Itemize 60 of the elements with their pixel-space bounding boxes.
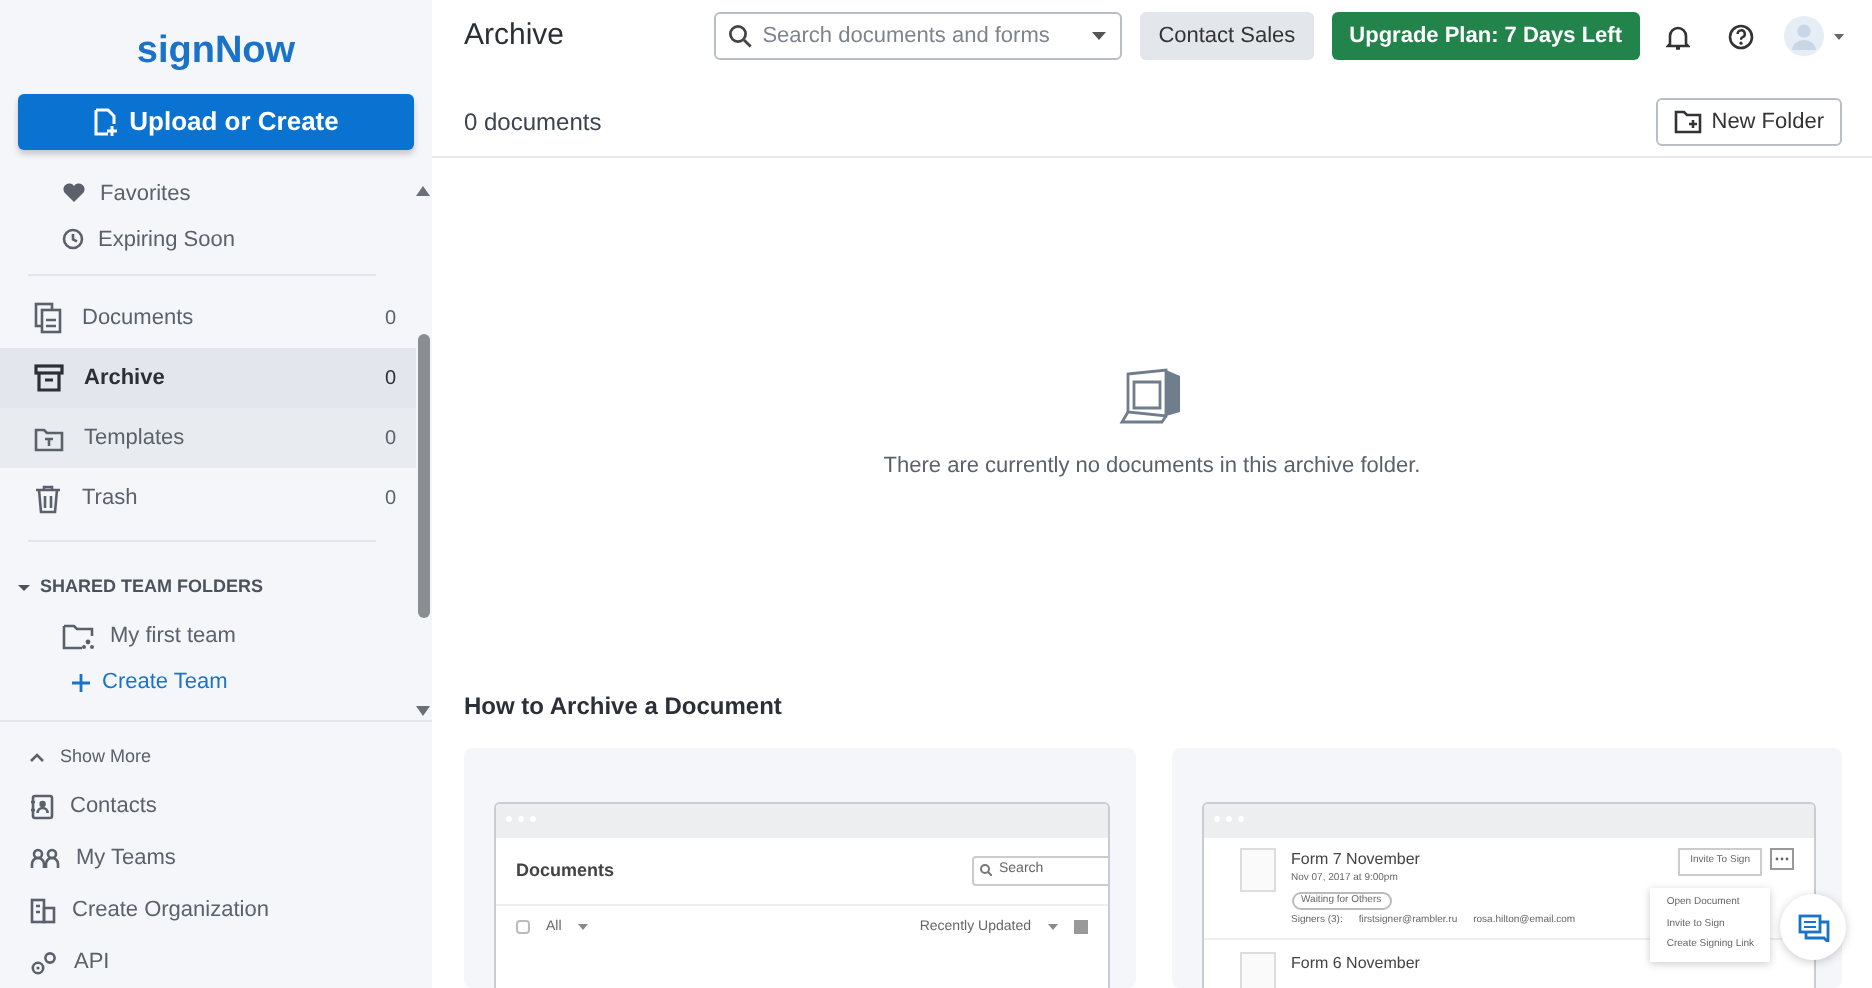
page-title: Archive (464, 18, 567, 55)
sidebar-link[interactable]: API (0, 936, 432, 988)
create-team-link[interactable]: Create Team (0, 658, 416, 700)
people-icon (30, 847, 60, 869)
file-plus-icon (93, 107, 118, 136)
template-folder-icon (34, 425, 64, 452)
trash-icon (34, 483, 62, 514)
chat-icon (1797, 913, 1829, 941)
folder-count: 0 (384, 485, 396, 514)
caret-down-icon (1092, 32, 1107, 41)
more-icon (1770, 848, 1794, 870)
heart-icon (62, 182, 86, 205)
grid-view-icon (1073, 920, 1087, 935)
scroll-down-icon (416, 705, 430, 715)
document-thumbnail (1239, 848, 1275, 892)
folder-count: 0 (384, 305, 396, 334)
upload-button[interactable]: Upload or Create (18, 93, 414, 151)
search-field[interactable]: Search documents and forms (714, 12, 1123, 61)
building-icon (30, 897, 56, 923)
show-more-toggle[interactable]: Show More (0, 733, 432, 780)
contacts-icon (30, 793, 54, 819)
folder-item[interactable]: Archive 0 (0, 348, 416, 409)
sidebar-link[interactable]: Contacts (0, 780, 432, 832)
caret-down-icon (1047, 924, 1057, 931)
contact-sales-button[interactable]: Contact Sales (1140, 12, 1314, 61)
folder-plus-icon (1673, 110, 1702, 135)
archive-icon (34, 364, 64, 393)
team-folder[interactable]: My first team (0, 613, 416, 659)
sidebar-link[interactable]: My Teams (0, 832, 432, 884)
caret-up-icon (30, 751, 44, 762)
scroll-up-icon (416, 186, 430, 197)
document-count: 0 documents (464, 106, 602, 141)
team-folder-icon (62, 622, 96, 651)
caret-down-icon (577, 924, 588, 931)
folder-count: 0 (384, 365, 396, 394)
folder-item[interactable]: Templates 0 (0, 408, 416, 469)
sidebar-link[interactable]: Favorites (0, 170, 416, 217)
notification-bell-icon[interactable] (1666, 23, 1690, 50)
folder-item[interactable]: Trash 0 (0, 468, 416, 529)
search-icon (979, 864, 991, 877)
help-icon[interactable] (1728, 23, 1754, 50)
section-title: How to Archive a Document (462, 691, 784, 724)
clock-icon (62, 228, 84, 251)
gears-icon (30, 949, 58, 975)
upgrade-button[interactable]: Upgrade Plan: 7 Days Left (1331, 12, 1640, 61)
caret-down-icon (18, 582, 30, 595)
section-header[interactable]: SHARED TEAM FOLDERS (0, 554, 416, 614)
sidebar-link[interactable]: Expiring Soon (0, 216, 416, 263)
document-title: Form 6 November (1291, 951, 1420, 975)
search-icon (728, 24, 753, 49)
empty-message: There are currently no documents in this archive folder. (883, 452, 1421, 483)
folder-item[interactable]: Documents 0 (0, 288, 416, 349)
documents-icon (34, 302, 62, 335)
sidebar-link[interactable]: Create Organization (0, 884, 432, 936)
plus-icon (72, 674, 90, 693)
app-logo[interactable]: signNow (0, 0, 432, 93)
folder-count: 0 (384, 425, 396, 454)
preview-heading: Documents (516, 857, 615, 883)
new-folder-button[interactable]: New Folder (1655, 98, 1842, 147)
document-title: Form 7 November (1291, 848, 1422, 872)
